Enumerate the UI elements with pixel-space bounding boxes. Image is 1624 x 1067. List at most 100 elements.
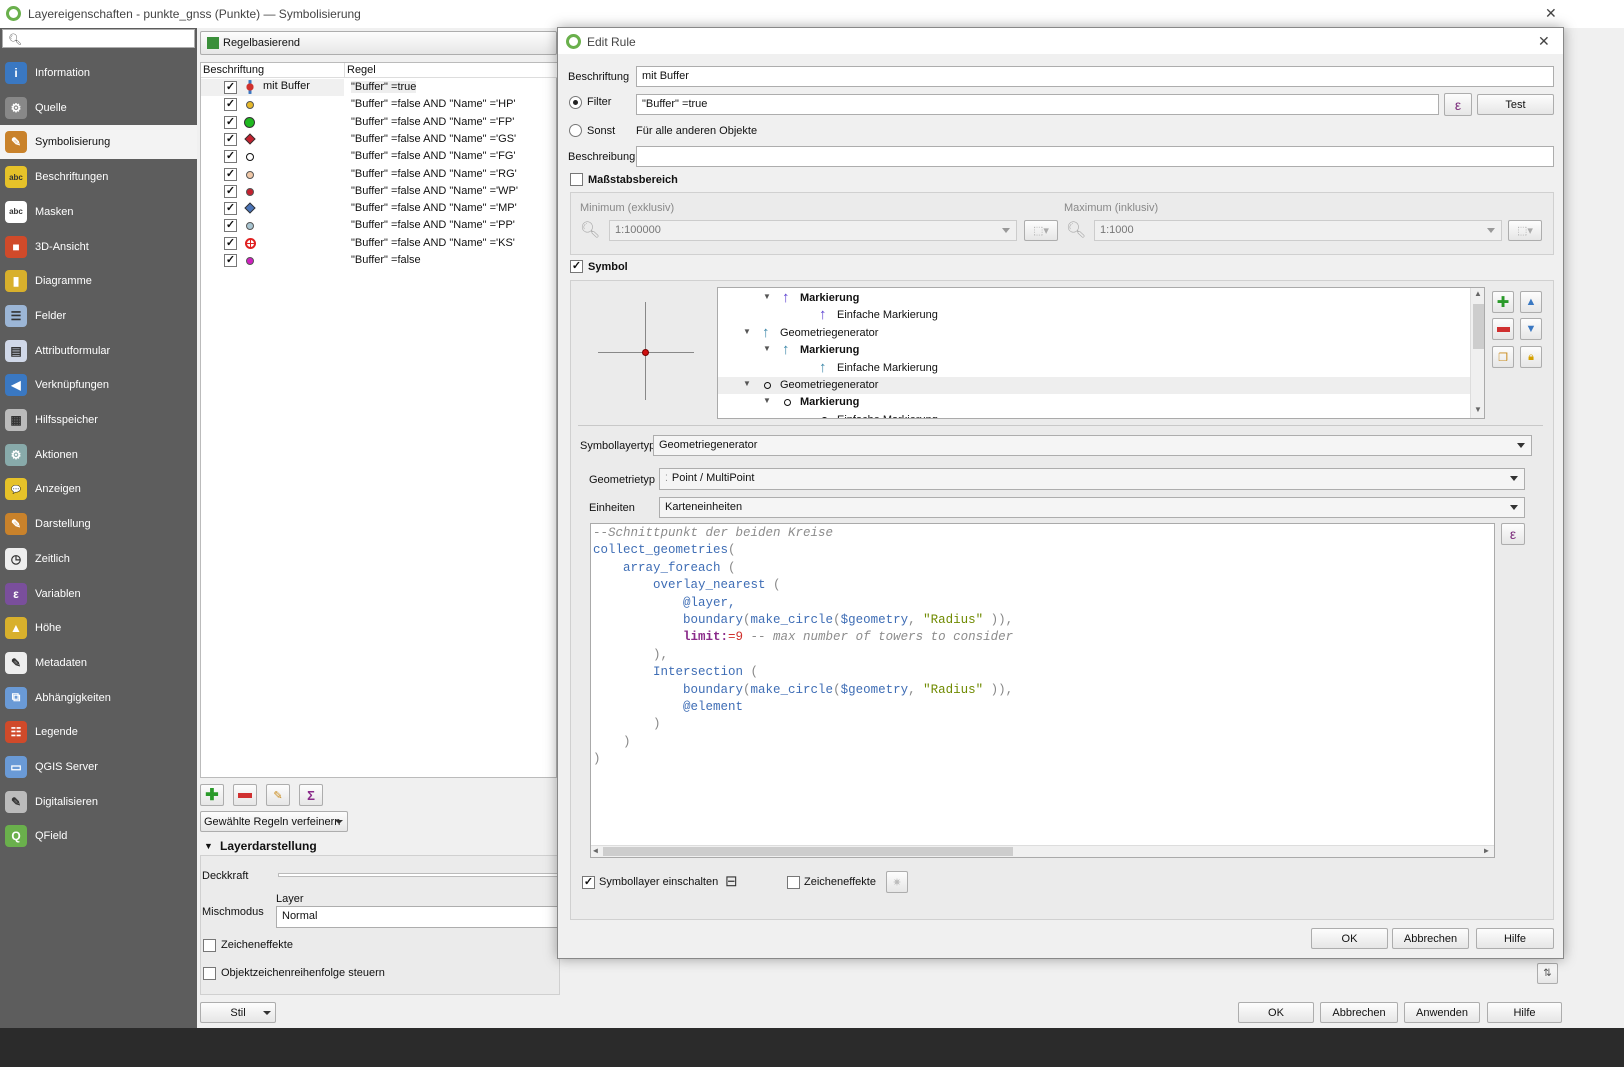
expand-triangle-icon[interactable]: ▼ bbox=[763, 396, 771, 405]
rule-checkbox[interactable]: ✓ bbox=[224, 81, 237, 94]
symbol-layer-tree[interactable]: ▼ ↑ Markierung ↑ Einfache Markierung ▼ ↑ Geomet… bbox=[717, 287, 1485, 419]
geometry-type-select[interactable]: ⁚ Point / MultiPoint bbox=[659, 468, 1525, 490]
refine-rules-button[interactable]: Gewählte Regeln verfeinern bbox=[200, 811, 348, 832]
symbol-checkbox[interactable]: ✓ bbox=[570, 260, 583, 273]
collapse-triangle-icon[interactable]: ▼ bbox=[204, 841, 213, 851]
summary-button[interactable]: Σ bbox=[299, 784, 323, 806]
sidebar-item-qfield[interactable]: Q QField bbox=[0, 819, 197, 853]
symbol-tree-item[interactable]: ↑ Einfache Markierung bbox=[718, 359, 1470, 377]
rule-checkbox[interactable]: ✓ bbox=[224, 254, 237, 267]
units-select[interactable]: Karteneinheiten bbox=[659, 497, 1525, 518]
symbol-tree-item[interactable]: ▼ Markierung bbox=[718, 394, 1470, 411]
duplicate-button[interactable]: ❐ bbox=[1492, 346, 1514, 368]
rule-row[interactable]: ✓ "Buffer" =false AND "Name" ='RG' bbox=[201, 166, 558, 183]
symbol-layer-type-select[interactable]: Geometriegenerator bbox=[653, 435, 1532, 456]
sidebar-item-metadaten[interactable]: ✎ Metadaten bbox=[0, 646, 197, 680]
cancel-button[interactable]: Abbrechen bbox=[1320, 1002, 1398, 1023]
rule-checkbox[interactable]: ✓ bbox=[224, 236, 237, 250]
description-input[interactable] bbox=[636, 146, 1554, 167]
sidebar-item-verkn-pfungen[interactable]: ◀ Verknüpfungen bbox=[0, 368, 197, 402]
expression-button[interactable]: ε bbox=[1444, 93, 1472, 116]
rule-checkbox[interactable]: ✓ bbox=[224, 98, 237, 112]
rule-checkbox[interactable]: ✓ bbox=[224, 150, 237, 164]
scale-range-checkbox[interactable] bbox=[570, 173, 583, 186]
symbol-tree-item[interactable]: ▼ ↑ Markierung bbox=[718, 289, 1470, 307]
code-horizontal-scrollbar[interactable]: ◀ ▶ bbox=[591, 845, 1494, 857]
renderer-select[interactable]: Regelbasierend bbox=[200, 31, 557, 55]
rule-row[interactable]: ✓ "Buffer" =false AND "Name" ='HP' bbox=[201, 96, 558, 113]
move-down-button[interactable]: ▼ bbox=[1520, 318, 1542, 340]
header-regel[interactable]: Regel bbox=[347, 64, 376, 76]
sidebar-item-symbolisierung[interactable]: ✎ Symbolisierung bbox=[0, 125, 197, 160]
sidebar-item-felder[interactable]: ☰ Felder bbox=[0, 299, 197, 333]
else-radio[interactable] bbox=[569, 124, 582, 137]
sidebar-item-quelle[interactable]: ⚙ Quelle bbox=[0, 91, 197, 125]
sidebar-item-information[interactable]: i Information bbox=[0, 56, 197, 90]
edit-rule-button[interactable]: ✎ bbox=[266, 784, 290, 806]
add-symbol-layer-button[interactable]: ✚ bbox=[1492, 291, 1514, 313]
sidebar-item-darstellung[interactable]: ✎ Darstellung bbox=[0, 507, 197, 541]
sidebar-item-diagramme[interactable]: ▮ Diagramme bbox=[0, 264, 197, 298]
dialog-ok-button[interactable]: OK bbox=[1311, 928, 1388, 949]
dialog-help-button[interactable]: Hilfe bbox=[1476, 928, 1554, 949]
sidebar-item-abh-ngigkeiten[interactable]: ⧉ Abhängigkeiten bbox=[0, 681, 197, 715]
rule-row[interactable]: ✓ "Buffer" =false AND "Name" ='PP' bbox=[201, 217, 558, 234]
filter-radio[interactable] bbox=[569, 96, 582, 109]
draw-effects-checkbox[interactable] bbox=[787, 876, 800, 889]
rule-row[interactable]: ✓ "Buffer" =false AND "Name" ='MP' bbox=[201, 200, 558, 217]
expand-triangle-icon[interactable]: ▼ bbox=[743, 327, 751, 336]
close-button[interactable]: ✕ bbox=[1545, 5, 1557, 22]
symbol-tree-item[interactable]: ▼ ↑ Geometriegenerator bbox=[718, 324, 1470, 342]
rule-checkbox[interactable]: ✓ bbox=[224, 184, 237, 198]
sidebar-item-digitalisieren[interactable]: ✎ Digitalisieren bbox=[0, 785, 197, 819]
symbol-tree-item[interactable]: ↑ Einfache Markierung bbox=[718, 306, 1470, 324]
rule-row[interactable]: ✓ "Buffer" =false bbox=[201, 252, 558, 269]
move-up-button[interactable]: ▲ bbox=[1520, 291, 1542, 313]
rule-checkbox[interactable]: ✓ bbox=[224, 115, 237, 129]
sidebar-item-beschriftungen[interactable]: abc Beschriftungen bbox=[0, 160, 197, 194]
rule-checkbox[interactable]: ✓ bbox=[224, 219, 237, 233]
sidebar-item-h-he[interactable]: ▲ Höhe bbox=[0, 611, 197, 645]
sidebar-item-hilfsspeicher[interactable]: ▦ Hilfsspeicher bbox=[0, 403, 197, 437]
apply-button[interactable]: Anwenden bbox=[1404, 1002, 1480, 1023]
expand-triangle-icon[interactable]: ▼ bbox=[763, 344, 771, 353]
sidebar-item-masken[interactable]: abc Masken bbox=[0, 195, 197, 229]
remove-symbol-layer-button[interactable] bbox=[1492, 318, 1514, 340]
rule-row[interactable]: ✓ "Buffer" =false AND "Name" ='GS' bbox=[201, 131, 558, 148]
expand-triangle-icon[interactable]: ▼ bbox=[743, 379, 751, 388]
sidebar-item-zeitlich[interactable]: ◷ Zeitlich bbox=[0, 542, 197, 576]
sidebar-item-attributformular[interactable]: ▤ Attributformular bbox=[0, 334, 197, 368]
remove-rule-button[interactable] bbox=[233, 784, 257, 806]
ok-button[interactable]: OK bbox=[1238, 1002, 1314, 1023]
dialog-cancel-button[interactable]: Abbrechen bbox=[1392, 928, 1469, 949]
lock-button[interactable]: 🔒︎ bbox=[1520, 346, 1542, 368]
dialog-close-button[interactable]: ✕ bbox=[1538, 33, 1550, 50]
label-input[interactable]: mit Buffer bbox=[636, 66, 1554, 87]
rule-checkbox[interactable]: ✓ bbox=[224, 202, 237, 216]
style-button[interactable]: Stil bbox=[200, 1002, 276, 1023]
sidebar-item-qgis-server[interactable]: ▭ QGIS Server bbox=[0, 750, 197, 784]
add-rule-button[interactable]: ✚ bbox=[200, 784, 224, 806]
sidebar-item-anzeigen[interactable]: 💬 Anzeigen bbox=[0, 472, 197, 506]
geometry-expression-button[interactable]: ε bbox=[1501, 523, 1525, 545]
rule-checkbox[interactable]: ✓ bbox=[224, 132, 237, 146]
symbol-tree-item[interactable]: ▼ ↑ Markierung bbox=[718, 341, 1470, 359]
data-defined-override-icon[interactable]: ⊟ bbox=[725, 872, 738, 890]
rule-row[interactable]: ✓ "Buffer" =false AND "Name" ='KS' bbox=[201, 235, 558, 252]
filter-input[interactable]: "Buffer" =true bbox=[636, 94, 1439, 115]
expand-triangle-icon[interactable]: ▼ bbox=[763, 292, 771, 301]
enable-layer-checkbox[interactable]: ✓ bbox=[582, 876, 595, 889]
rule-row[interactable]: ✓ "Buffer" =false AND "Name" ='WP' bbox=[201, 183, 558, 200]
effects-checkbox[interactable] bbox=[203, 939, 216, 952]
rules-tree[interactable]: Beschriftung Regel ✓ mit Buffer "Buffer" =… bbox=[200, 62, 558, 778]
header-beschriftung[interactable]: Beschriftung bbox=[203, 64, 264, 76]
sort-icon[interactable]: ⇅ bbox=[1537, 963, 1558, 984]
symbol-tree-item[interactable]: Einfache Markierung bbox=[718, 412, 1470, 418]
sidebar-search-input[interactable]: 🔍︎ bbox=[2, 29, 195, 48]
rule-row[interactable]: ✓ "Buffer" =false AND "Name" ='FP' bbox=[201, 114, 558, 131]
tree-scrollbar[interactable]: ▲ ▼ bbox=[1470, 288, 1484, 418]
sidebar-item-variablen[interactable]: ε Variablen bbox=[0, 577, 197, 611]
symbol-tree-item[interactable]: ▼ Geometriegenerator bbox=[718, 377, 1470, 394]
rule-row[interactable]: ✓ "Buffer" =false AND "Name" ='FG' bbox=[201, 148, 558, 165]
help-button[interactable]: Hilfe bbox=[1487, 1002, 1562, 1023]
